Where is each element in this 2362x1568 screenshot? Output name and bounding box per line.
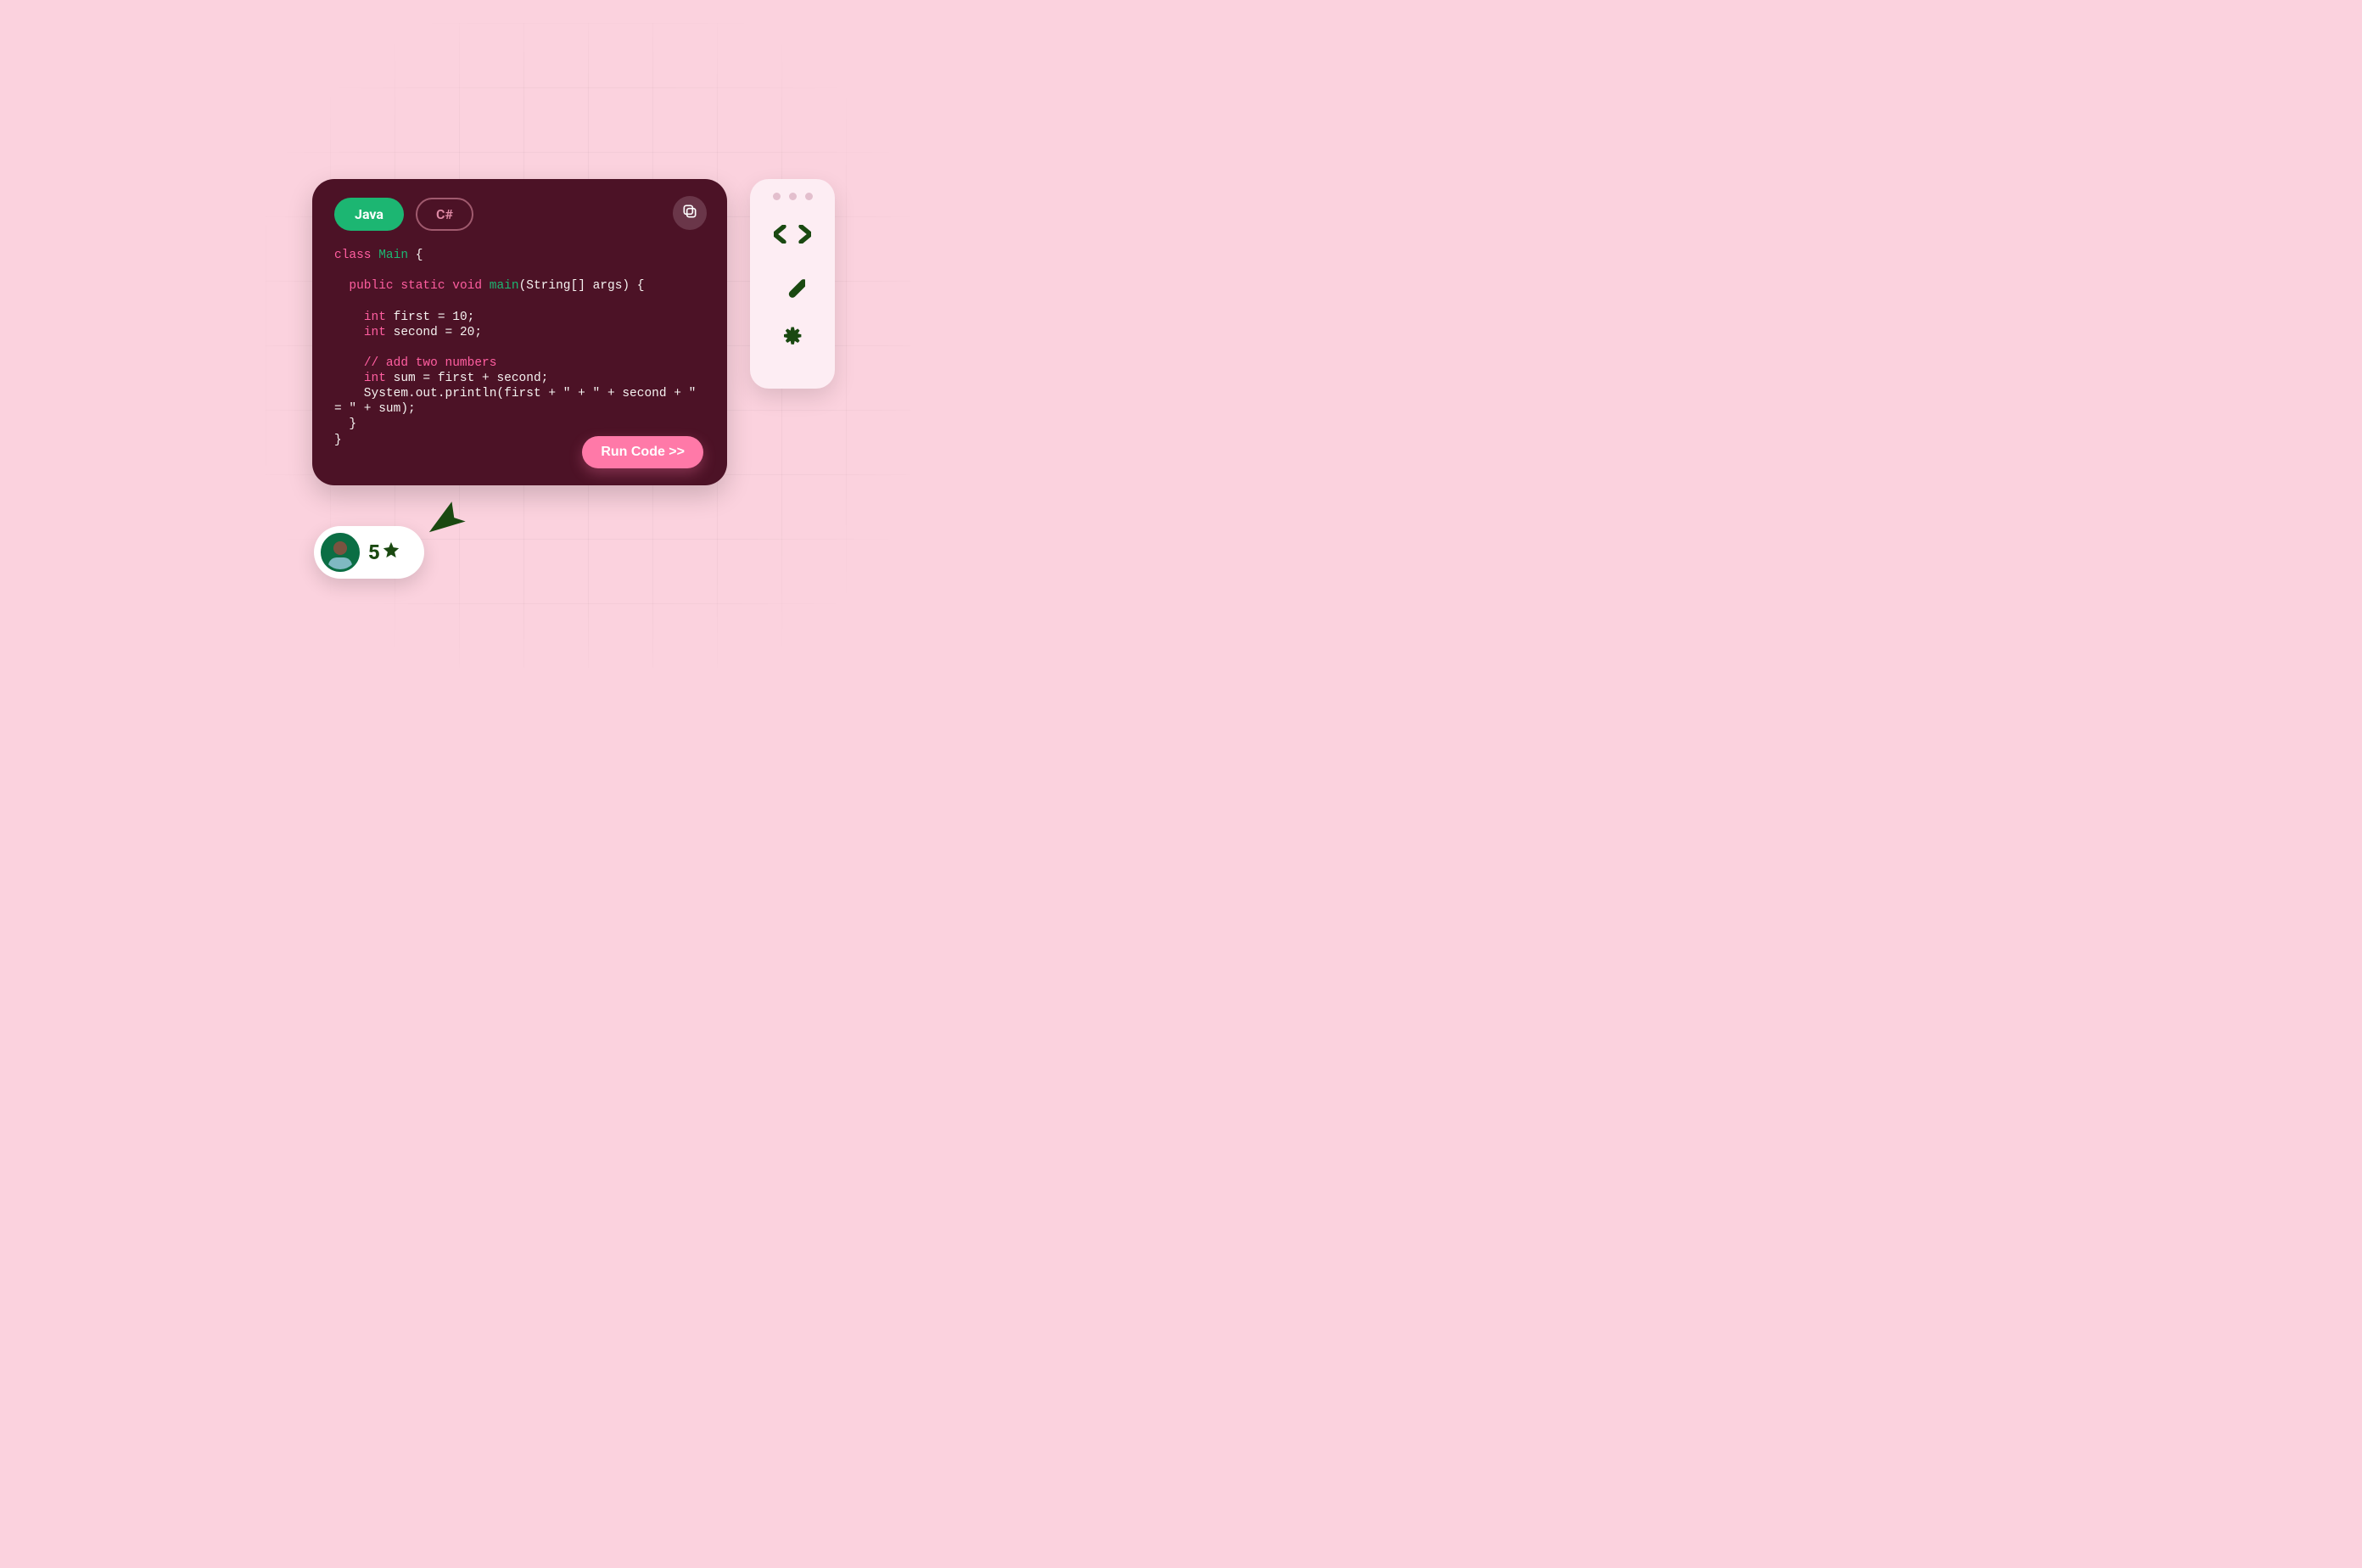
rating-pill[interactable]: 5 [314, 526, 424, 579]
tab-java[interactable]: Java [334, 198, 404, 231]
gear-icon[interactable] [774, 317, 811, 355]
tab-csharp[interactable]: C# [416, 198, 473, 231]
run-code-button[interactable]: Run Code >> [582, 436, 703, 468]
tool-palette [750, 179, 835, 389]
copy-icon [681, 203, 698, 223]
window-dots [773, 193, 813, 200]
card-header: Java C# [334, 198, 705, 231]
code-content: class Main { public static void main(Str… [334, 248, 705, 448]
cursor-icon [428, 498, 469, 539]
avatar [321, 533, 360, 572]
code-editor-card: Java C# class Main { public static void … [312, 179, 727, 485]
copy-button[interactable] [673, 196, 707, 230]
star-icon [382, 540, 400, 564]
code-icon[interactable] [774, 216, 811, 253]
edit-pen-icon[interactable] [774, 266, 811, 304]
rating-value: 5 [368, 540, 400, 564]
